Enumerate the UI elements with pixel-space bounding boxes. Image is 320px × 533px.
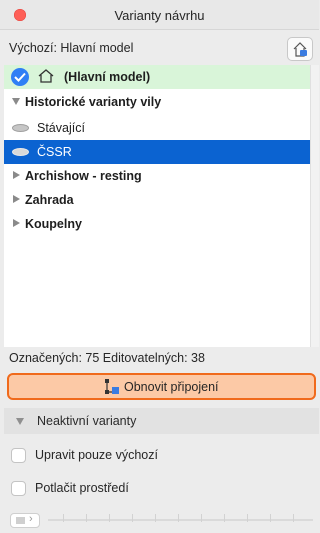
slider-tick [86,514,87,522]
option-edit-default-only[interactable]: Upravit pouze výchozí [0,445,319,469]
refresh-connection-icon [105,379,119,394]
disclosure-expanded-icon[interactable] [12,98,20,105]
title-bar: Varianty návrhu [0,0,319,30]
disclosure-collapsed-icon[interactable] [13,171,20,179]
inactive-variants-label: Neaktivní varianty [37,414,137,428]
window-title: Varianty návrhu [114,8,205,23]
variant-tree[interactable]: (Hlavní model) Historické varianty vily … [4,65,310,347]
edit-default-only-checkbox[interactable] [11,448,26,463]
square-icon [16,517,25,524]
refresh-connection-button[interactable]: Obnovit připojení [7,373,316,400]
suppress-environment-checkbox[interactable] [11,481,26,496]
tree-item-cssr[interactable]: ČSSR [4,140,310,164]
slider-tick [270,514,271,522]
slider-tick [247,514,248,522]
set-default-icon [293,42,307,57]
tree-row-main-model[interactable]: (Hlavní model) [4,65,310,89]
slider-tick [293,514,294,522]
slider-track[interactable] [48,519,313,521]
tree-group-zahrada[interactable]: Zahrada [4,188,310,212]
visibility-eye-icon[interactable] [12,148,29,156]
tree-label-main-model: (Hlavní model) [64,70,151,84]
tree-item-label: ČSSR [37,145,72,159]
tree-group-historicke[interactable]: Historické varianty vily [4,90,310,114]
tree-group-koupelny[interactable]: Koupelny [4,212,310,236]
active-check-icon[interactable] [11,68,29,86]
option-label: Upravit pouze výchozí [35,448,158,462]
default-variant-label: Výchozí: Hlavní model [9,41,134,55]
disclosure-collapsed-icon[interactable] [13,219,20,227]
slider-tick [109,514,110,522]
house-icon [38,69,54,83]
default-variant-row: Výchozí: Hlavní model [0,31,319,65]
disclosure-expanded-icon[interactable] [16,418,24,425]
slider-tick [224,514,225,522]
slider-step-button[interactable]: › [10,513,40,528]
tree-scrollbar[interactable] [310,65,319,347]
inactive-variants-header[interactable]: Neaktivní varianty [4,408,319,434]
slider-tick [201,514,202,522]
slider-area: › [8,510,319,530]
tree-group-label: Zahrada [25,193,74,207]
disclosure-collapsed-icon[interactable] [13,195,20,203]
tree-group-label: Archishow - resting [25,169,142,183]
tree-item-label: Stávající [37,121,85,135]
slider-tick [178,514,179,522]
option-label: Potlačit prostředí [35,481,129,495]
chevron-right-icon: › [29,513,33,525]
option-suppress-environment[interactable]: Potlačit prostředí [0,478,319,502]
slider-tick [132,514,133,522]
tree-group-label: Koupelny [25,217,82,231]
status-counts: Označených: 75 Editovatelných: 38 [9,351,205,365]
tree-item-stavajici[interactable]: Stávající [4,116,310,140]
visibility-eye-icon[interactable] [12,124,29,132]
slider-tick [63,514,64,522]
set-default-button[interactable] [287,37,313,61]
tree-group-archishow[interactable]: Archishow - resting [4,164,310,188]
refresh-connection-label: Obnovit připojení [124,380,219,394]
slider-tick [155,514,156,522]
tree-group-label: Historické varianty vily [25,95,162,109]
